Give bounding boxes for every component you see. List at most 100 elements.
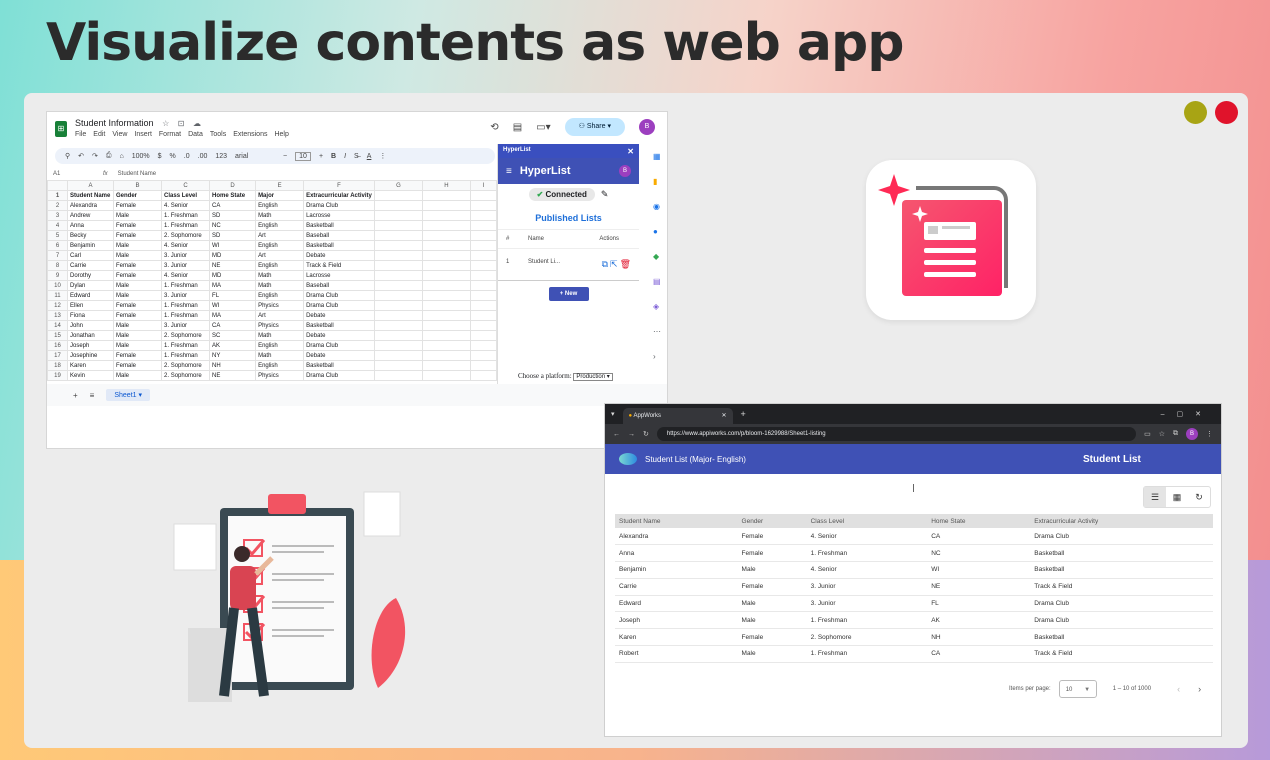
- calendar-icon[interactable]: ▦: [653, 152, 661, 161]
- sheet-cell[interactable]: G: [373, 180, 423, 191]
- sheet-cell[interactable]: Debate: [303, 310, 375, 321]
- sheet-cell[interactable]: A: [66, 180, 115, 191]
- sheet-cell[interactable]: [373, 270, 423, 281]
- table-row[interactable]: Alexandra Female 4. Senior CA Drama Club: [615, 528, 1213, 546]
- sheet-cell[interactable]: [421, 230, 471, 241]
- row-number[interactable]: 10: [47, 280, 68, 291]
- sheet-cell[interactable]: Physics: [255, 300, 305, 311]
- avatar[interactable]: B: [639, 119, 655, 135]
- sheet-cell[interactable]: Drama Club: [303, 300, 375, 311]
- sheet-cell[interactable]: Physics: [255, 320, 305, 331]
- sheet-cell[interactable]: Male: [113, 320, 163, 331]
- sheet-cell[interactable]: Track & Field: [303, 260, 375, 271]
- maps-icon[interactable]: ◆: [653, 252, 661, 261]
- sheet-cell[interactable]: 3. Junior: [161, 260, 211, 271]
- bold-icon[interactable]: B: [331, 153, 336, 160]
- menu-item[interactable]: View: [112, 131, 127, 138]
- sheet-cell[interactable]: [469, 340, 498, 351]
- sheet-cell[interactable]: [469, 250, 498, 261]
- sheet-cell[interactable]: [373, 360, 423, 371]
- sheet-cell[interactable]: [373, 300, 423, 311]
- window-controls[interactable]: –▢✕: [1161, 410, 1213, 418]
- sheet-cell[interactable]: Physics: [255, 370, 305, 381]
- sheet-cell[interactable]: Class Level: [161, 190, 211, 201]
- row-number[interactable]: 3: [47, 210, 68, 221]
- sheet-cell[interactable]: English: [255, 260, 305, 271]
- prev-page-icon[interactable]: ‹: [1177, 684, 1180, 694]
- sheet-cell[interactable]: [469, 200, 498, 211]
- sheet-cell[interactable]: Female: [113, 230, 163, 241]
- sheet-cell[interactable]: SD: [209, 210, 257, 221]
- meet-icon[interactable]: ▭▾: [536, 122, 550, 133]
- sheet-cell[interactable]: 1. Freshman: [161, 280, 211, 291]
- sheet-cell[interactable]: [373, 240, 423, 251]
- sheet-cell[interactable]: [373, 200, 423, 211]
- zoom-select[interactable]: 100%: [132, 153, 150, 160]
- sheet-cell[interactable]: [469, 310, 498, 321]
- document-title[interactable]: Student Information: [75, 118, 154, 128]
- back-icon[interactable]: ←: [613, 431, 620, 438]
- platform-select[interactable]: Production ▾: [573, 373, 613, 381]
- table-row[interactable]: Carrie Female 3. Junior NE Track & Field: [615, 578, 1213, 596]
- sheet-cell[interactable]: Karen: [66, 360, 115, 371]
- sheet-cell[interactable]: [469, 370, 498, 381]
- sheet-cell[interactable]: [373, 190, 423, 201]
- text-color-icon[interactable]: A: [367, 153, 372, 160]
- font-size-input[interactable]: 10: [295, 151, 311, 161]
- sheet-cell[interactable]: Debate: [303, 330, 375, 341]
- sheet-cell[interactable]: Drama Club: [303, 290, 375, 301]
- forward-icon[interactable]: →: [628, 431, 635, 438]
- sheet-cell[interactable]: 4. Senior: [161, 200, 211, 211]
- column-header[interactable]: Student Name: [615, 514, 738, 528]
- sheet-cell[interactable]: Female: [113, 220, 163, 231]
- sheet-cell[interactable]: MD: [209, 250, 257, 261]
- font-size-increase[interactable]: +: [319, 153, 323, 160]
- sheet-cell[interactable]: NH: [209, 360, 257, 371]
- sheet-cell[interactable]: [469, 350, 498, 361]
- sheet-cell[interactable]: John: [66, 320, 115, 331]
- sheet-cell[interactable]: Math: [255, 330, 305, 341]
- sheet-cell[interactable]: Major: [255, 190, 305, 201]
- row-number[interactable]: 9: [47, 270, 68, 281]
- sheet-cell[interactable]: [421, 340, 471, 351]
- sheet-cell[interactable]: [373, 350, 423, 361]
- browser-tab[interactable]: ● AppWorks ✕: [622, 408, 733, 424]
- sheet-cell[interactable]: [469, 190, 498, 201]
- sheet-cell[interactable]: [469, 290, 498, 301]
- sheet-cell[interactable]: Lacrosse: [303, 270, 375, 281]
- decrease-decimal-button[interactable]: .0: [184, 153, 190, 160]
- sheet-cell[interactable]: Basketball: [303, 240, 375, 251]
- sheet-cell[interactable]: [421, 290, 471, 301]
- sheet-cell[interactable]: Basketball: [303, 360, 375, 371]
- sheet-cell[interactable]: [373, 220, 423, 231]
- sheet-cell[interactable]: 3. Junior: [161, 290, 211, 301]
- sheet-cell[interactable]: Female: [113, 300, 163, 311]
- row-number[interactable]: 2: [47, 200, 68, 211]
- sheet-cell[interactable]: Josephine: [66, 350, 115, 361]
- menu-item[interactable]: Tools: [210, 131, 226, 138]
- sheet-cell[interactable]: Extracurricular Activity: [303, 190, 375, 201]
- sheet-cell[interactable]: 3. Junior: [161, 320, 211, 331]
- row-number[interactable]: [47, 180, 68, 191]
- history-icon[interactable]: ⟲: [490, 122, 498, 133]
- move-icon[interactable]: ⊡: [178, 119, 185, 128]
- sheet-cell[interactable]: 4. Senior: [161, 270, 211, 281]
- table-row[interactable]: Edward Male 3. Junior FL Drama Club: [615, 595, 1213, 613]
- increase-decimal-button[interactable]: .00: [198, 153, 208, 160]
- sheet-cell[interactable]: CA: [209, 320, 257, 331]
- sheet-cell[interactable]: [373, 230, 423, 241]
- table-row[interactable]: Robert Male 1. Freshman CA Track & Field: [615, 645, 1213, 663]
- sheet-cell[interactable]: Male: [113, 210, 163, 221]
- sheet-cell[interactable]: Andrew: [66, 210, 115, 221]
- sheet-cell[interactable]: NE: [209, 260, 257, 271]
- items-per-page-select[interactable]: 10 ▼: [1058, 680, 1097, 698]
- sheet-cell[interactable]: Female: [113, 310, 163, 321]
- menu-icon[interactable]: ≡: [506, 166, 512, 177]
- sheet-cell[interactable]: [469, 300, 498, 311]
- sheet-cell[interactable]: 2. Sophomore: [161, 370, 211, 381]
- add-sheet-icon[interactable]: +: [73, 391, 78, 400]
- table-row[interactable]: Benjamin Male 4. Senior WI Basketball: [615, 561, 1213, 579]
- sheet-cell[interactable]: Math: [255, 280, 305, 291]
- table-row[interactable]: Joseph Male 1. Freshman AK Drama Club: [615, 611, 1213, 630]
- sheet-cell[interactable]: [421, 200, 471, 211]
